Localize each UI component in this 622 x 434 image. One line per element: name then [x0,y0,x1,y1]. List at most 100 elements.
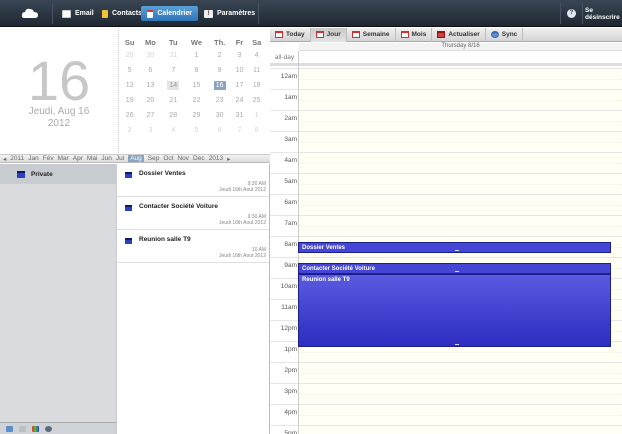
nav-email-button[interactable]: Email [56,6,100,21]
event-list-item[interactable]: Dossier Ventes 9:30 AM Jeudi 16th Aout 201… [117,164,269,197]
share-calendar-icon[interactable] [19,425,26,432]
hour-row[interactable]: 6am [270,194,622,215]
day-cell[interactable]: 7 [232,123,248,138]
month-link-aug[interactable]: Aug [128,155,144,162]
day-cell[interactable]: 8 [247,123,266,138]
day-cell[interactable]: 31 [161,48,185,63]
day-cell[interactable]: 7 [161,63,185,78]
hour-row[interactable]: 3am [270,131,622,152]
month-link-apr[interactable]: Apr [73,155,83,162]
hour-row[interactable]: 2pm [270,362,622,383]
month-link-jul[interactable]: Jul [116,155,124,162]
add-calendar-icon[interactable] [6,425,13,432]
month-link-mar[interactable]: Mar [58,155,69,162]
month-link-mai[interactable]: Mai [87,155,97,162]
month-view-button[interactable]: Mois [396,27,433,42]
calendar-item-private[interactable]: Private [0,164,116,184]
day-cell[interactable]: 14 [161,78,185,93]
next-year-arrow-icon[interactable]: ▸ [227,155,230,163]
day-cell[interactable]: 15 [185,78,208,93]
day-cell[interactable]: 29 [120,48,139,63]
day-cell[interactable]: 3 [232,48,248,63]
settings-gear-icon[interactable] [45,425,52,432]
day-cell[interactable]: 3 [139,123,161,138]
day-cell[interactable]: 21 [161,93,185,108]
nav-settings-button[interactable]: ! Paramètres [198,6,261,21]
prev-year-arrow-icon[interactable]: ◂ [3,155,6,163]
day-number: 17 [235,82,244,89]
month-link-fév[interactable]: Fév [43,155,54,162]
contacts-book-icon [102,9,108,18]
day-cell[interactable]: 2 [208,48,232,63]
prev-year-link[interactable]: 2011 [10,155,24,162]
hour-row[interactable]: 2am [270,110,622,131]
today-button[interactable]: Today [270,27,311,42]
day-cell[interactable]: 24 [232,93,248,108]
hour-row[interactable]: 5pm [270,425,622,434]
day-cell[interactable]: 1 [185,48,208,63]
day-cell[interactable]: 28 [161,108,185,123]
month-link-sep[interactable]: Sep [148,155,160,162]
current-date-panel: 16 Jeudi, Aug 16 2012 [0,28,118,153]
day-cell[interactable]: 25 [247,93,266,108]
month-link-dec[interactable]: Dec [193,155,205,162]
event-list-item[interactable]: Contacter Société Voiture 9:30 AM Jeudi 16… [117,197,269,230]
day-cell[interactable]: 6 [139,63,161,78]
refresh-button[interactable]: Actualiser [432,27,486,42]
hour-row[interactable]: 12am [270,68,622,89]
day-cell[interactable]: 29 [185,108,208,123]
sync-button[interactable]: Sync [486,27,524,42]
hour-row[interactable]: 5am [270,173,622,194]
day-cell[interactable]: 5 [185,123,208,138]
day-cell[interactable]: 10 [232,63,248,78]
resize-handle[interactable] [454,270,459,272]
day-event[interactable]: Dossier Ventes [298,242,611,253]
day-cell[interactable]: 22 [185,93,208,108]
day-cell[interactable]: 13 [139,78,161,93]
day-cell[interactable]: 17 [232,78,248,93]
hour-row[interactable]: 4pm [270,404,622,425]
week-view-button[interactable]: Semaine [347,27,396,42]
day-event[interactable]: Contacter Société Voiture [298,263,611,274]
day-cell[interactable]: 30 [139,48,161,63]
day-cell[interactable]: 8 [185,63,208,78]
day-cell[interactable]: 26 [120,108,139,123]
hour-row[interactable]: 4am [270,152,622,173]
next-year-link[interactable]: 2013 [209,155,223,162]
all-day-row[interactable]: all-day [270,51,622,66]
day-cell[interactable]: 9 [208,63,232,78]
day-cell[interactable]: 27 [139,108,161,123]
month-link-oct[interactable]: Oct [163,155,173,162]
day-cell[interactable]: 2 [120,123,139,138]
day-cell[interactable]: 11 [247,63,266,78]
resize-handle[interactable] [454,344,459,346]
day-cell[interactable]: 1 [247,108,266,123]
nav-calendar-button[interactable]: Calendrier [141,6,198,21]
hour-row[interactable]: 1am [270,89,622,110]
day-cell[interactable]: 18 [247,78,266,93]
day-view-button[interactable]: Jour [310,27,347,42]
day-cell[interactable]: 31 [232,108,248,123]
day-cell[interactable]: 5 [120,63,139,78]
event-list-item[interactable]: Reunion salle T9 10 AM Jeudi 16th Aout 201… [117,230,269,263]
day-cell[interactable]: 16 [208,78,232,93]
day-cell[interactable]: 4 [247,48,266,63]
day-cell[interactable]: 23 [208,93,232,108]
month-link-jan[interactable]: Jan [28,155,38,162]
help-icon[interactable]: ? [567,9,576,18]
resize-handle[interactable] [454,249,459,251]
day-cell[interactable]: 6 [208,123,232,138]
day-cell[interactable]: 19 [120,93,139,108]
day-cell[interactable]: 20 [139,93,161,108]
month-link-nov[interactable]: Nov [177,155,189,162]
hour-row[interactable]: 7am [270,215,622,236]
hour-row[interactable]: 3pm [270,383,622,404]
day-cell[interactable]: 30 [208,108,232,123]
logout-button[interactable]: Se désinscrire [585,6,622,21]
day-cell[interactable]: 12 [120,78,139,93]
color-picker-icon[interactable] [32,425,39,432]
month-link-jun[interactable]: Jun [101,155,111,162]
day-cell[interactable]: 4 [161,123,185,138]
day-event[interactable]: Reunion salle T9 [298,273,611,348]
nav-divider [582,3,583,24]
